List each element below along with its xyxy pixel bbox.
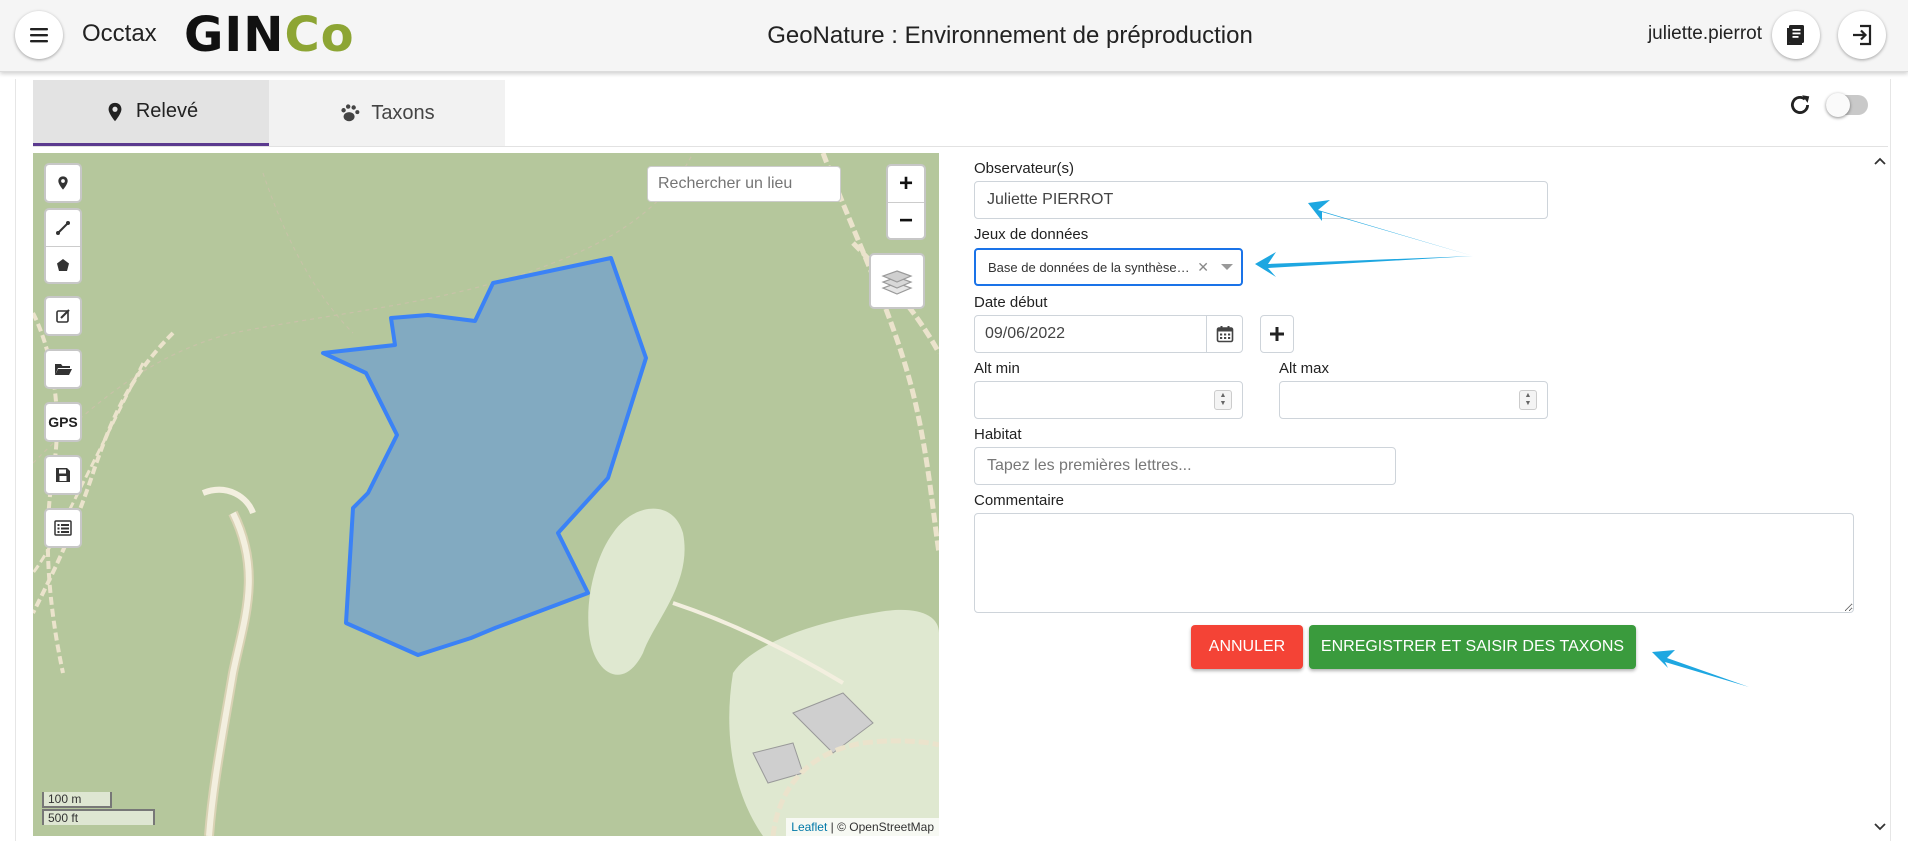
map-attribution: Leaflet | © OpenStreetMap (786, 818, 939, 836)
logo-text-dark: GIN (184, 7, 285, 63)
mode-toggle[interactable] (1826, 93, 1868, 117)
map-background (33, 153, 939, 836)
comment-textarea[interactable] (974, 513, 1854, 613)
line-tool-icon (56, 221, 70, 235)
logout-icon (1853, 24, 1872, 46)
tab-bar: Relevé Taxons (33, 80, 505, 146)
edit-icon (56, 309, 70, 323)
clear-icon[interactable]: ✕ (1197, 259, 1209, 276)
habitat-label: Habitat (974, 426, 1022, 443)
alt-min-input[interactable]: ▲ ▼ (974, 381, 1243, 419)
draw-line-button[interactable] (46, 210, 80, 246)
ginco-logo: GINCo (184, 8, 355, 62)
alt-max-label: Alt max (1279, 360, 1330, 377)
chevron-down-icon[interactable] (1221, 264, 1233, 270)
logout-button[interactable] (1838, 11, 1886, 59)
spin-up-icon[interactable]: ▲ (1220, 392, 1227, 400)
layers-icon (881, 270, 913, 295)
cancel-button[interactable]: ANNULER (1191, 625, 1303, 669)
leaflet-link[interactable]: Leaflet (791, 820, 827, 834)
documentation-button[interactable] (1772, 11, 1820, 59)
gps-button[interactable]: GPS (46, 404, 80, 440)
observers-input[interactable] (974, 181, 1548, 219)
alt-max-input[interactable]: ▲ ▼ (1279, 381, 1548, 419)
date-picker[interactable]: 09/06/2022 (974, 315, 1243, 353)
zoom-out-button[interactable]: − (888, 202, 924, 238)
header-divider (33, 146, 1888, 147)
file-control (44, 349, 82, 389)
calendar-button[interactable] (1206, 316, 1242, 352)
edit-layer-button[interactable] (46, 298, 80, 334)
dataset-label: Jeux de données (974, 226, 1089, 243)
alt-min-spinner[interactable]: ▲ ▼ (1214, 390, 1232, 410)
save-geometry-control (44, 455, 82, 495)
app-name: Occtax (82, 20, 157, 47)
date-input[interactable]: 09/06/2022 (975, 316, 1206, 352)
habitat-input[interactable] (974, 447, 1396, 485)
tab-releve-label: Relevé (135, 100, 199, 122)
tab-taxons[interactable]: Taxons (269, 80, 505, 146)
map-search-input[interactable] (647, 166, 841, 202)
plus-icon (1270, 327, 1284, 341)
spin-down-icon[interactable]: ▼ (1525, 400, 1532, 408)
observers-label: Observateur(s) (974, 160, 1075, 177)
menu-button[interactable] (15, 11, 63, 59)
calendar-icon (1216, 326, 1233, 343)
dataset-value: Base de données de la synthèse nationale (988, 259, 1191, 275)
user-name: juliette.pierrot (1647, 23, 1762, 44)
spin-down-icon[interactable]: ▼ (1220, 400, 1227, 408)
book-icon (1787, 25, 1804, 45)
marker-tool-control (44, 163, 82, 203)
scroll-down-icon[interactable] (1874, 823, 1886, 831)
comment-label: Commentaire (974, 492, 1065, 509)
gps-control: GPS (44, 402, 82, 442)
form-scrollbar[interactable] (1872, 153, 1888, 836)
add-date-button[interactable] (1260, 315, 1294, 353)
top-bar: Occtax GINCo GeoNature : Environnement d… (0, 0, 1908, 72)
folder-open-icon (55, 364, 72, 375)
refresh-icon[interactable] (1787, 92, 1813, 118)
zoom-in-button[interactable]: + (888, 166, 924, 202)
list-control (44, 508, 82, 548)
alt-max-spinner[interactable]: ▲ ▼ (1519, 390, 1537, 410)
toggle-knob (1826, 93, 1850, 117)
logo-text-green: Co (284, 7, 355, 63)
layer-list-button[interactable] (46, 510, 80, 546)
list-icon (54, 520, 72, 536)
map-marker-icon (58, 176, 68, 190)
zoom-control: + − (886, 164, 926, 240)
alt-min-label: Alt min (974, 360, 1020, 377)
save-geometry-button[interactable] (46, 457, 80, 493)
floppy-disk-icon (56, 468, 70, 482)
paw-icon (341, 104, 360, 122)
polygon-tool-icon (57, 258, 69, 271)
dataset-select[interactable]: Base de données de la synthèse nationale… (974, 248, 1243, 286)
draw-marker-button[interactable] (46, 165, 80, 201)
scale-metric: 100 m (42, 792, 112, 808)
osm-attribution: | © OpenStreetMap (830, 820, 934, 834)
scroll-up-icon[interactable] (1874, 157, 1886, 165)
map-marker-icon (108, 102, 122, 121)
open-file-button[interactable] (46, 351, 80, 387)
shape-tool-control (44, 208, 82, 284)
save-and-add-taxa-button[interactable]: ENREGISTRER ET SAISIR DES TAXONS (1309, 625, 1636, 669)
scale-imperial: 500 ft (42, 809, 155, 825)
edit-control (44, 296, 82, 336)
spin-up-icon[interactable]: ▲ (1525, 392, 1532, 400)
hamburger-menu-icon (30, 28, 48, 43)
layers-button[interactable] (869, 253, 925, 309)
date-label: Date début (974, 294, 1048, 311)
map-view[interactable]: GPS + − 100 m 500 ft Leaflet | © OpenStr… (33, 153, 939, 836)
tab-releve[interactable]: Relevé (33, 80, 269, 146)
tab-taxons-label: Taxons (371, 101, 435, 124)
draw-polygon-button[interactable] (46, 246, 80, 282)
